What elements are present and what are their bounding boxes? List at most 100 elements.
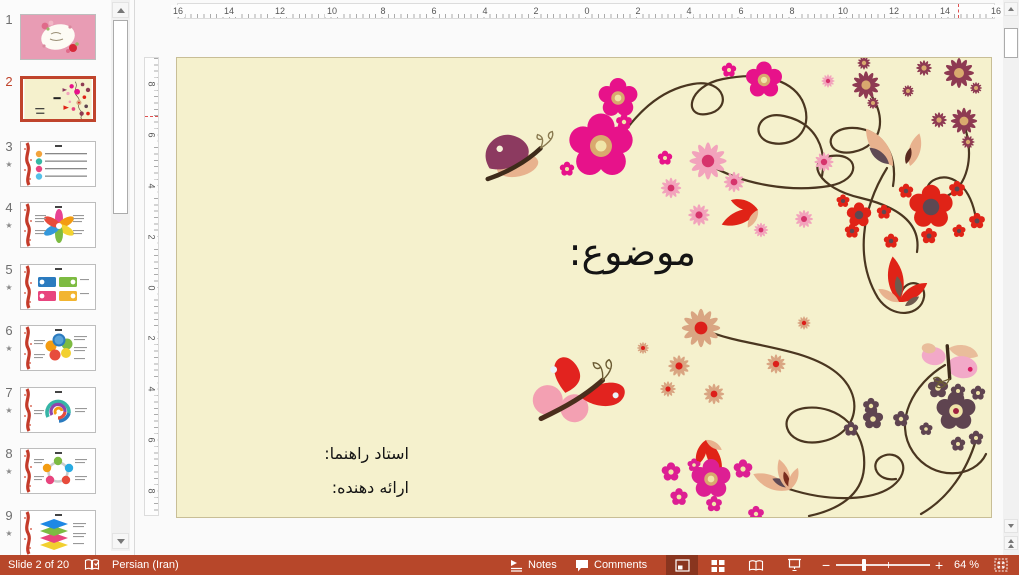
scroll-up-button[interactable]: [1004, 2, 1018, 16]
notes-button[interactable]: Notes: [510, 555, 557, 575]
animation-star-icon[interactable]: ★: [0, 221, 18, 231]
thumbnail-scrollbar[interactable]: [111, 0, 130, 551]
editing-workspace: 16 14 12 10 8 6 4 2 0 2 4 6 8 10 12 14 1…: [135, 0, 1003, 555]
ruler-tick: 8: [787, 5, 796, 17]
butterfly-red-icon: [530, 353, 627, 425]
slideshow-icon: [787, 558, 802, 572]
slide-scrollbar[interactable]: [1003, 0, 1019, 555]
ruler-tick: 8: [378, 5, 387, 17]
slide-1-preview[interactable]: [20, 14, 96, 60]
slide-6-preview[interactable]: [20, 325, 96, 371]
ruler-tick: 4: [684, 5, 693, 17]
ruler-tick: 4: [146, 180, 158, 193]
zoom-slider-center-tick: [888, 562, 889, 568]
fit-slide-to-window-button[interactable]: [994, 555, 1008, 575]
comments-label: Comments: [594, 559, 647, 571]
spellcheck-icon[interactable]: [84, 555, 100, 575]
slide-4-preview[interactable]: [20, 202, 96, 248]
animation-star-icon[interactable]: ★: [0, 406, 18, 416]
zoom-slider-thumb[interactable]: [862, 559, 866, 571]
tan-daisies: [637, 309, 811, 404]
ruler-tick: 6: [146, 129, 158, 142]
slide-thumbnail-6[interactable]: 6 ★: [0, 323, 110, 375]
scroll-down-button[interactable]: [1004, 519, 1018, 533]
vertical-ruler: 8 6 4 2 0 2 4 6 8: [144, 57, 159, 516]
ruler-tick: 6: [736, 5, 745, 17]
thumbnail-scrollbar-thumb[interactable]: [113, 20, 128, 214]
zoom-in-button[interactable]: +: [935, 555, 943, 575]
slide-thumbnail-4[interactable]: 4 ★: [0, 200, 110, 252]
floral-artwork[interactable]: [177, 58, 991, 517]
slide-9-preview[interactable]: [20, 510, 96, 555]
slide-number: 7: [0, 385, 18, 400]
slide-scrollbar-thumb[interactable]: [1004, 28, 1018, 58]
slide-thumbnail-9[interactable]: 9 ★: [0, 508, 110, 555]
language-indicator[interactable]: Persian (Iran): [112, 555, 179, 575]
slide-number: 2: [0, 74, 18, 89]
slide-thumbnail-5[interactable]: 5 ★: [0, 262, 110, 314]
slide-thumbnail-7[interactable]: 7 ★: [0, 385, 110, 437]
supervisor-textbox[interactable]: استاد راهنما:: [324, 444, 409, 463]
reading-view-button[interactable]: [740, 555, 772, 575]
slideshow-view-button[interactable]: [778, 555, 810, 575]
ruler-tick: 6: [429, 5, 438, 17]
comments-button[interactable]: Comments: [575, 555, 647, 575]
thumbnail-scroll-down-button[interactable]: [112, 533, 129, 549]
notes-icon: [510, 559, 523, 572]
vine-swirls: [614, 76, 986, 516]
zoom-slider-track[interactable]: [836, 564, 930, 566]
horizontal-ruler: 16 14 12 10 8 6 4 2 0 2 4 6 8 10 12 14 1…: [177, 3, 995, 19]
slide-8-preview[interactable]: [20, 448, 96, 494]
animation-star-icon[interactable]: ★: [0, 467, 18, 477]
slide-thumbnail-8[interactable]: 8 ★: [0, 446, 110, 498]
normal-view-button[interactable]: [666, 555, 698, 575]
ruler-tick: 2: [633, 5, 642, 17]
slide-5-preview[interactable]: [20, 264, 96, 310]
previous-slide-button[interactable]: [1004, 536, 1018, 550]
slide-thumbnail-2[interactable]: 2: [0, 74, 110, 126]
status-bar: Slide 2 of 20 Persian (Iran) Notes Comme…: [0, 555, 1019, 575]
slide-number: 5: [0, 262, 18, 277]
fit-to-window-icon: [994, 558, 1008, 572]
ruler-tick: 12: [887, 5, 901, 17]
mauve-flowers: [844, 378, 985, 451]
slide-indicator[interactable]: Slide 2 of 20: [8, 555, 69, 575]
animation-star-icon[interactable]: ★: [0, 344, 18, 354]
scroll-down-icon: [117, 539, 125, 544]
presenter-textbox[interactable]: ارائه دهنده:: [332, 478, 409, 497]
ruler-tick: 14: [938, 5, 952, 17]
animation-star-icon[interactable]: ★: [0, 283, 18, 293]
slide-thumbnail-1[interactable]: 1: [0, 12, 110, 64]
slide-7-preview[interactable]: [20, 387, 96, 433]
animation-star-icon[interactable]: ★: [0, 529, 18, 539]
slide-canvas[interactable]: موضوع: استاد راهنما: ارائه دهنده:: [176, 57, 992, 518]
red-flowers: [837, 181, 985, 248]
slide-2-preview[interactable]: [20, 76, 96, 122]
ruler-tick: 16: [171, 5, 185, 17]
slide-number: 6: [0, 323, 18, 338]
zoom-out-button[interactable]: −: [822, 555, 830, 575]
ruler-tick: 4: [146, 383, 158, 396]
scroll-up-icon: [117, 8, 125, 13]
ruler-tick: 14: [222, 5, 236, 17]
zoom-percentage[interactable]: 64 %: [954, 555, 979, 575]
slide-thumbnail-3[interactable]: 3 ★: [0, 139, 110, 191]
slide-sorter-view-button[interactable]: [702, 555, 734, 575]
ruler-tick: 6: [146, 434, 158, 447]
ruler-tick: 16: [989, 5, 1003, 17]
ruler-tick: 0: [146, 282, 158, 295]
ruler-tick: 2: [146, 332, 158, 345]
notes-label: Notes: [528, 559, 557, 571]
ruler-tick: 4: [480, 5, 489, 17]
ruler-tick: 10: [325, 5, 339, 17]
slide-sorter-icon: [711, 559, 725, 572]
slide-number: 4: [0, 200, 18, 215]
scroll-up-icon: [1008, 7, 1014, 11]
thumbnail-scroll-up-button[interactable]: [112, 2, 129, 18]
ruler-cursor-marker: [958, 4, 959, 18]
slide-title-textbox[interactable]: موضوع:: [569, 226, 696, 278]
slide-number: 9: [0, 508, 18, 523]
animation-star-icon[interactable]: ★: [0, 160, 18, 170]
slide-3-preview[interactable]: [20, 141, 96, 187]
ruler-tick: 2: [531, 5, 540, 17]
